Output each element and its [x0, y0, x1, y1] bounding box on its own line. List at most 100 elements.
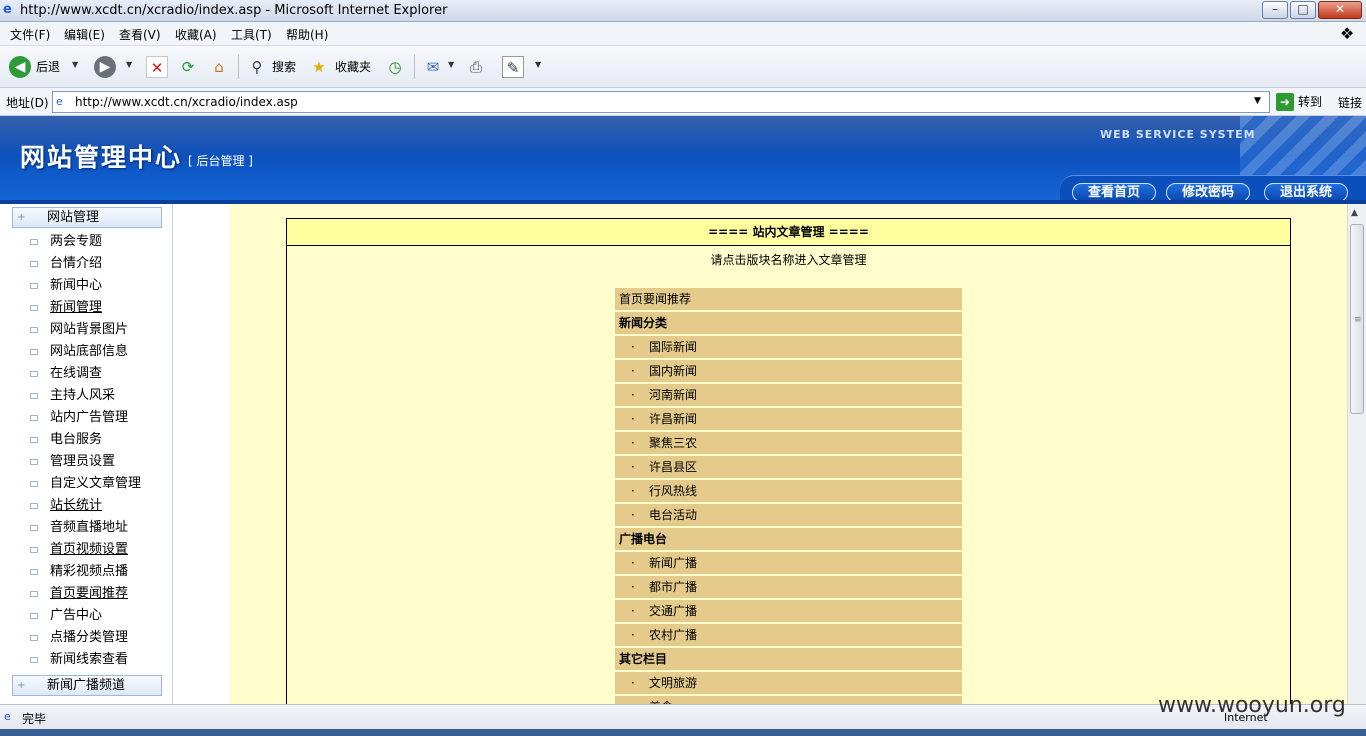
- go-button[interactable]: ➜ 转到: [1276, 92, 1322, 112]
- back-button[interactable]: 后退: [36, 55, 60, 79]
- sidebar-item[interactable]: 新闻管理: [30, 300, 102, 316]
- category-label: 文明旅游: [649, 676, 698, 690]
- category-row[interactable]: · 许昌县区: [615, 456, 962, 478]
- toolbar-separator: [414, 55, 415, 79]
- sidebar-item[interactable]: 网站背景图片: [30, 322, 128, 338]
- sidebar-group-site-management[interactable]: + 网站管理: [12, 207, 162, 228]
- sidebar-item[interactable]: 电台服务: [30, 432, 102, 448]
- menu-edit[interactable]: 编辑(E): [64, 26, 105, 43]
- page-icon: e: [56, 95, 63, 108]
- category-row[interactable]: · 河南新闻: [615, 384, 962, 406]
- sidebar-item[interactable]: 网站底部信息: [30, 344, 128, 360]
- sidebar-group-news-channel[interactable]: + 新闻广播频道: [12, 675, 162, 696]
- category-row[interactable]: · 国际新闻: [615, 336, 962, 358]
- category-group-row[interactable]: 广播电台: [615, 528, 962, 550]
- favorites-button[interactable]: 收藏夹: [335, 55, 371, 79]
- forward-arrow-icon[interactable]: ▶: [94, 56, 116, 78]
- category-row[interactable]: ·美食: [615, 696, 962, 704]
- sidebar-bullet-icon: [30, 480, 38, 487]
- category-group-row[interactable]: 新闻分类: [615, 312, 962, 334]
- bullet-icon: ·: [631, 436, 635, 450]
- status-text: 完毕: [22, 712, 47, 726]
- sidebar-item[interactable]: 主持人风采: [30, 388, 115, 404]
- bullet-icon: ·: [631, 508, 635, 522]
- sidebar-item[interactable]: 精彩视频点播: [30, 564, 128, 580]
- menu-file[interactable]: 文件(F): [10, 26, 50, 43]
- sidebar-item[interactable]: 站内广告管理: [30, 410, 128, 426]
- category-row[interactable]: · 行风热线: [615, 480, 962, 502]
- minimize-button[interactable]: –: [1262, 1, 1288, 19]
- search-icon[interactable]: ⚲: [246, 56, 268, 78]
- scroll-thumb[interactable]: ≡: [1350, 224, 1364, 414]
- taskbar-edge: [0, 729, 1366, 736]
- sidebar-item[interactable]: 站长统计: [30, 498, 102, 514]
- close-button[interactable]: ✕: [1318, 1, 1362, 19]
- category-group-row[interactable]: 其它栏目: [615, 648, 962, 670]
- mail-icon[interactable]: ✉: [422, 56, 444, 78]
- sidebar-item[interactable]: 首页要闻推荐: [30, 586, 128, 602]
- print-icon[interactable]: ⎙: [465, 56, 487, 78]
- menu-help[interactable]: 帮助(H): [286, 26, 328, 43]
- bullet-icon: ·: [631, 556, 635, 570]
- expand-icon: +: [17, 680, 26, 691]
- edit-icon[interactable]: ✎: [502, 56, 524, 78]
- vertical-scrollbar[interactable]: ▲ ≡: [1347, 204, 1366, 704]
- category-row[interactable]: · 许昌新闻: [615, 408, 962, 430]
- address-bar: 地址(D) e ▼ ➜转到 链接: [0, 88, 1366, 116]
- category-row[interactable]: · 都市广播: [615, 576, 962, 598]
- sidebar-item[interactable]: 广告中心: [30, 608, 102, 624]
- address-dropdown-icon[interactable]: ▼: [1254, 96, 1261, 106]
- sidebar-item[interactable]: 自定义文章管理: [30, 476, 141, 492]
- category-row[interactable]: 首页要闻推荐: [615, 288, 962, 310]
- sidebar-bullet-icon: [30, 436, 38, 443]
- forward-dropdown-icon[interactable]: ▼: [126, 60, 132, 69]
- address-input[interactable]: [52, 91, 1270, 113]
- category-label: 河南新闻: [649, 388, 698, 402]
- category-label: 新闻分类: [619, 316, 668, 330]
- sidebar-item[interactable]: 首页视频设置: [30, 542, 128, 558]
- window-titlebar: e http://www.xcdt.cn/xcradio/index.asp -…: [0, 0, 1366, 22]
- window-title: http://www.xcdt.cn/xcradio/index.asp - M…: [20, 3, 448, 18]
- sidebar-item[interactable]: 点播分类管理: [30, 630, 128, 646]
- sidebar-item[interactable]: 管理员设置: [30, 454, 115, 470]
- scroll-up-icon[interactable]: ▲: [1351, 208, 1358, 218]
- sidebar-item[interactable]: 台情介绍: [30, 256, 102, 272]
- category-row[interactable]: · 新闻广播: [615, 552, 962, 574]
- main-content: ==== 站内文章管理 ==== 请点击版块名称进入文章管理 首页要闻推荐 新闻分…: [230, 204, 1347, 704]
- menu-view[interactable]: 查看(V): [119, 26, 161, 43]
- refresh-icon[interactable]: ⟳: [177, 56, 199, 78]
- history-icon[interactable]: ◷: [384, 56, 406, 78]
- stop-icon[interactable]: ✕: [146, 56, 168, 78]
- category-row[interactable]: · 国内新闻: [615, 360, 962, 382]
- search-button[interactable]: 搜索: [272, 55, 296, 79]
- sidebar-bullet-icon: [30, 260, 38, 267]
- sidebar-item[interactable]: 在线调查: [30, 366, 102, 382]
- category-label: 都市广播: [649, 580, 698, 594]
- home-icon[interactable]: ⌂: [208, 56, 230, 78]
- favorites-star-icon[interactable]: ★: [308, 56, 330, 78]
- sidebar-item[interactable]: 两会专题: [30, 234, 102, 250]
- address-label: 地址(D): [6, 96, 49, 110]
- site-title: 网站管理中心: [20, 143, 183, 172]
- menu-favorites[interactable]: 收藏(A): [175, 26, 217, 43]
- category-row[interactable]: · 电台活动: [615, 504, 962, 526]
- category-label: 行风热线: [649, 484, 698, 498]
- mail-dropdown-icon[interactable]: ▼: [448, 60, 454, 69]
- menu-tools[interactable]: 工具(T): [231, 26, 272, 43]
- maximize-button[interactable]: □: [1290, 1, 1316, 19]
- category-label: 其它栏目: [619, 652, 668, 666]
- sidebar-item[interactable]: 新闻中心: [30, 278, 102, 294]
- back-arrow-icon[interactable]: ◀: [9, 56, 31, 78]
- category-row[interactable]: · 农村广播: [615, 624, 962, 646]
- category-row[interactable]: · 交通广播: [615, 600, 962, 622]
- sidebar-item[interactable]: 音频直播地址: [30, 520, 128, 536]
- bullet-icon: ·: [631, 676, 635, 690]
- bullet-icon: ·: [631, 460, 635, 474]
- site-tagline: WEB SERVICE SYSTEM: [1100, 128, 1256, 141]
- links-button[interactable]: 链接: [1338, 94, 1362, 111]
- edit-dropdown-icon[interactable]: ▼: [535, 60, 541, 69]
- category-row[interactable]: · 文明旅游: [615, 672, 962, 694]
- category-row[interactable]: · 聚焦三农: [615, 432, 962, 454]
- back-dropdown-icon[interactable]: ▼: [72, 60, 78, 69]
- sidebar-item[interactable]: 新闻线索查看: [30, 652, 128, 668]
